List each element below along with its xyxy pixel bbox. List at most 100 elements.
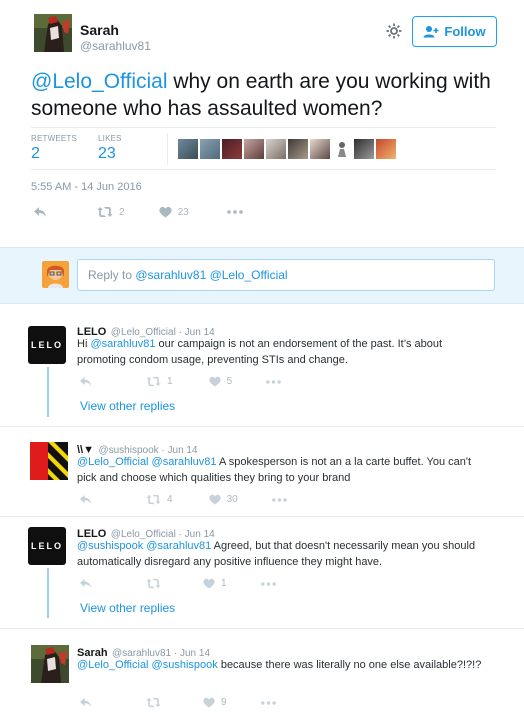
retweet-count: 2	[119, 206, 125, 218]
like-button[interactable]: 5	[208, 376, 233, 387]
like-button[interactable]: 23	[158, 206, 189, 218]
avatar[interactable]	[30, 442, 68, 480]
reply-icon	[79, 494, 92, 505]
reply-icon	[33, 206, 47, 218]
avatar[interactable]: LELO	[28, 527, 66, 565]
retweet-count: 4	[167, 494, 173, 505]
like-button[interactable]: 9	[203, 697, 227, 708]
more-icon	[266, 379, 281, 384]
retweet-button[interactable]	[146, 697, 167, 708]
retweet-icon	[146, 494, 161, 505]
lelo-logo: LELO	[31, 340, 63, 350]
likes-count: 23	[98, 145, 116, 162]
gear-icon[interactable]	[384, 21, 404, 41]
avatar[interactable]	[288, 139, 308, 159]
divider	[31, 169, 496, 170]
retweet-button[interactable]	[146, 578, 167, 589]
reply-button[interactable]	[79, 494, 92, 505]
avatar[interactable]	[376, 139, 396, 159]
liker-avatars	[178, 139, 396, 159]
avatar[interactable]	[332, 139, 352, 159]
avatar[interactable]	[31, 645, 69, 683]
divider	[31, 127, 496, 128]
reply-text: @Lelo_Official @sarahluv81 A spokesperso…	[77, 454, 487, 486]
reply-button[interactable]	[79, 578, 92, 589]
reply-text-body: because there was literally no one else …	[217, 659, 482, 671]
reply-icon	[79, 376, 92, 387]
view-other-replies-link[interactable]: View other replies	[80, 601, 175, 615]
avatar	[42, 261, 69, 288]
mention-link[interactable]: @Lelo_Official	[31, 70, 168, 93]
retweet-button[interactable]: 2	[97, 206, 125, 218]
tweet-text: @Lelo_Official why on earth are you work…	[31, 68, 491, 122]
like-count: 1	[221, 578, 227, 589]
mention-link[interactable]: @Lelo_Official @sushispook	[77, 659, 218, 671]
more-icon	[226, 210, 243, 214]
retweet-button[interactable]: 4	[146, 494, 173, 505]
retweet-button[interactable]: 1	[146, 376, 173, 387]
author-handle[interactable]: @sarahluv81	[80, 39, 151, 53]
divider	[0, 426, 524, 427]
reply-text: Hi @sarahluv81 our campaign is not an en…	[77, 336, 487, 368]
tweet-actions: 2 23	[33, 206, 243, 218]
heart-icon	[208, 494, 221, 505]
more-button[interactable]	[271, 497, 287, 502]
avatar[interactable]	[310, 139, 330, 159]
follow-label: Follow	[444, 24, 486, 39]
divider	[167, 133, 168, 165]
heart-icon	[203, 697, 215, 708]
mention-link[interactable]: @sarahluv81	[90, 338, 155, 350]
tweet-timestamp[interactable]: 5:55 AM - 14 Jun 2016	[31, 181, 142, 193]
avatar[interactable]	[34, 14, 72, 52]
avatar[interactable]	[222, 139, 242, 159]
reply-button[interactable]	[79, 697, 92, 708]
reply-button[interactable]	[33, 206, 47, 218]
retweet-icon	[146, 376, 161, 387]
reply-button[interactable]	[79, 376, 92, 387]
thread-line	[47, 367, 49, 417]
heart-icon	[203, 578, 215, 589]
reply-input[interactable]: Reply to @sarahluv81 @Lelo_Official	[77, 259, 495, 291]
avatar[interactable]	[266, 139, 286, 159]
reply-placeholder-mentions: @sarahluv81 @Lelo_Official	[135, 268, 288, 282]
avatar[interactable]: LELO	[28, 326, 66, 364]
avatar[interactable]	[354, 139, 374, 159]
avatar[interactable]	[200, 139, 220, 159]
retweets-stat[interactable]: RETWEETS 2	[31, 134, 77, 163]
more-icon	[260, 581, 276, 586]
heart-icon	[158, 206, 172, 218]
reply-icon	[79, 578, 92, 589]
like-count: 30	[226, 494, 238, 505]
like-button[interactable]: 1	[203, 578, 227, 589]
more-icon	[271, 497, 287, 502]
view-other-replies-link[interactable]: View other replies	[80, 399, 175, 413]
like-button[interactable]: 30	[208, 494, 238, 505]
avatar[interactable]	[244, 139, 264, 159]
retweet-icon	[146, 697, 161, 708]
author-name[interactable]: Sarah	[80, 22, 119, 38]
retweet-count: 1	[167, 376, 173, 387]
reply-text-prefix: Hi	[77, 338, 91, 350]
more-button[interactable]	[260, 581, 276, 586]
follow-button[interactable]: Follow	[412, 16, 497, 47]
reply-actions: 9	[79, 697, 276, 708]
like-count: 23	[177, 206, 189, 218]
reply-actions: 4 30	[79, 494, 287, 505]
mention-link[interactable]: @Lelo_Official @sarahluv81	[77, 456, 217, 468]
reply-text: @Lelo_Official @sushispook because there…	[77, 657, 487, 673]
like-count: 9	[221, 697, 227, 708]
more-button[interactable]	[260, 700, 276, 705]
more-button[interactable]	[266, 379, 281, 384]
add-user-icon	[423, 25, 439, 38]
avatar[interactable]	[178, 139, 198, 159]
mention-link[interactable]: @sushispook @sarahluv81	[77, 540, 211, 552]
likes-stat[interactable]: LIKES 23	[98, 134, 122, 163]
divider	[0, 516, 524, 517]
thread-line	[47, 568, 49, 618]
retweet-icon	[97, 206, 113, 218]
likes-label: LIKES	[98, 134, 122, 143]
reply-placeholder: Reply to	[88, 268, 136, 282]
more-button[interactable]	[226, 210, 243, 214]
reply-actions: 1	[79, 578, 276, 589]
like-count: 5	[226, 376, 233, 387]
